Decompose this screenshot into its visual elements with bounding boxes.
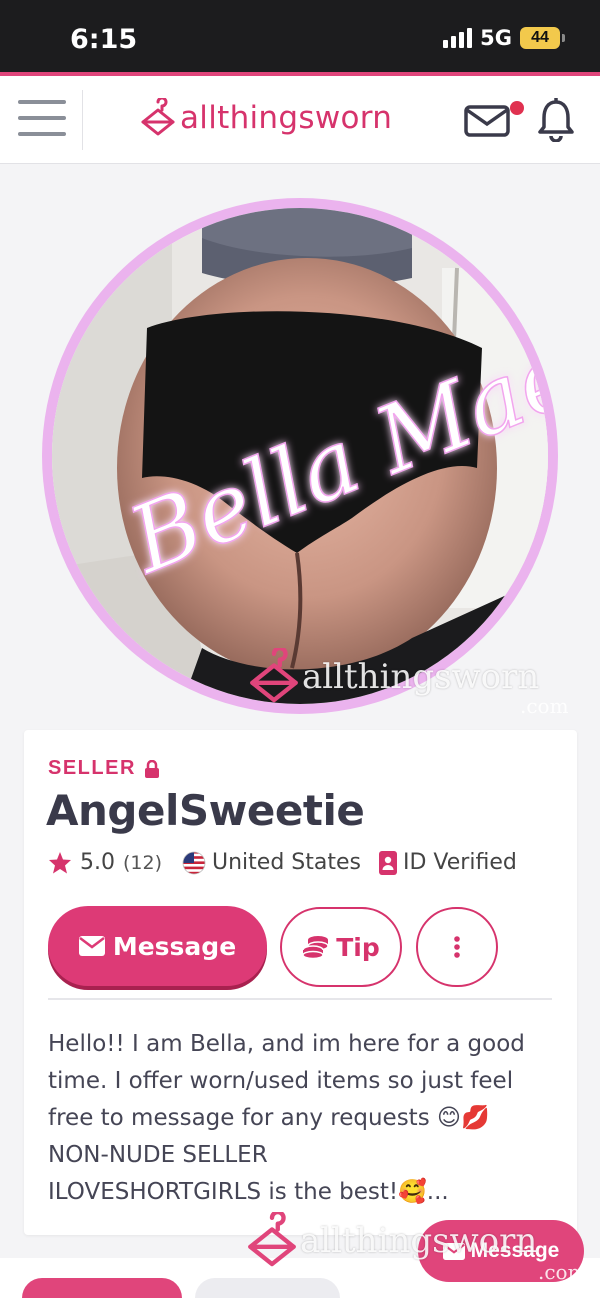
watermark-text: allthingsworn	[302, 657, 540, 697]
bio-line: free to message for any requests 😊💋	[48, 1105, 490, 1131]
more-options-button[interactable]	[416, 907, 498, 987]
bio-line: NON-NUDE SELLER	[48, 1142, 268, 1168]
bell-icon[interactable]	[536, 98, 576, 142]
status-bar: 6:15 5G 44	[0, 0, 600, 72]
profile-bio: Hello!! I am Bella, and im here for a go…	[48, 1026, 553, 1211]
notification-dot	[510, 101, 524, 115]
tip-button-label: Tip	[336, 932, 380, 962]
rating-value: 5.0	[80, 850, 115, 875]
page-watermark: allthingsworn	[246, 1212, 537, 1270]
watermark-suffix: .com	[520, 694, 569, 718]
logo-text: allthingsworn	[180, 100, 393, 136]
hanger-watermark-icon	[248, 1212, 296, 1267]
role-text: SELLER	[48, 757, 136, 779]
more-vertical-icon	[454, 936, 460, 958]
message-button-label: Message	[112, 931, 237, 961]
signal-icon	[443, 28, 473, 48]
network-label: 5G	[480, 26, 512, 50]
site-header: allthingsworn	[0, 76, 600, 164]
envelope-icon	[78, 936, 105, 956]
status-indicators: 5G 44	[443, 26, 565, 50]
profile-meta: 5.0 (12) United States ID Verified	[48, 850, 517, 875]
hanger-logo-icon	[141, 98, 175, 136]
profile-avatar-ring: Bella Mae	[42, 198, 558, 714]
country-label: United States	[212, 850, 361, 875]
coins-icon	[302, 936, 329, 959]
card-divider	[48, 998, 552, 1000]
profile-photo: Bella Mae	[52, 208, 548, 704]
site-logo[interactable]: allthingsworn	[140, 98, 392, 138]
page-watermark-text: allthingsworn	[300, 1221, 538, 1261]
tab-inactive[interactable]	[195, 1278, 340, 1298]
tab-active[interactable]	[22, 1278, 182, 1298]
id-card-icon	[379, 850, 397, 875]
status-time: 6:15	[70, 24, 138, 55]
bio-line: Hello!! I am Bella, and im here for a go…	[48, 1031, 525, 1057]
battery-icon: 44	[520, 27, 565, 49]
hanger-watermark-icon	[250, 648, 298, 703]
page-watermark-suffix: .com	[538, 1260, 587, 1284]
us-flag-icon	[182, 851, 206, 874]
seller-role-label: SELLER	[48, 757, 160, 780]
verification-label: ID Verified	[403, 850, 517, 875]
mail-icon[interactable]	[464, 104, 510, 138]
message-button[interactable]: Message	[48, 906, 267, 986]
header-divider	[82, 90, 83, 150]
bio-line: time. I offer worn/used items so just fe…	[48, 1068, 514, 1094]
star-icon	[49, 852, 71, 874]
profile-avatar[interactable]: Bella Mae	[52, 208, 548, 704]
lock-icon	[144, 759, 159, 778]
tip-button[interactable]: Tip	[280, 907, 402, 987]
photo-watermark: allthingsworn	[248, 648, 539, 706]
hamburger-icon[interactable]	[18, 100, 66, 140]
review-count[interactable]: (12)	[123, 852, 162, 874]
profile-card: SELLER AngelSweetie 5.0 (12) United Stat…	[24, 730, 577, 1235]
bio-line: ILOVESHORTGIRLS is the best!🥰...	[48, 1179, 449, 1205]
username: AngelSweetie	[46, 786, 365, 835]
